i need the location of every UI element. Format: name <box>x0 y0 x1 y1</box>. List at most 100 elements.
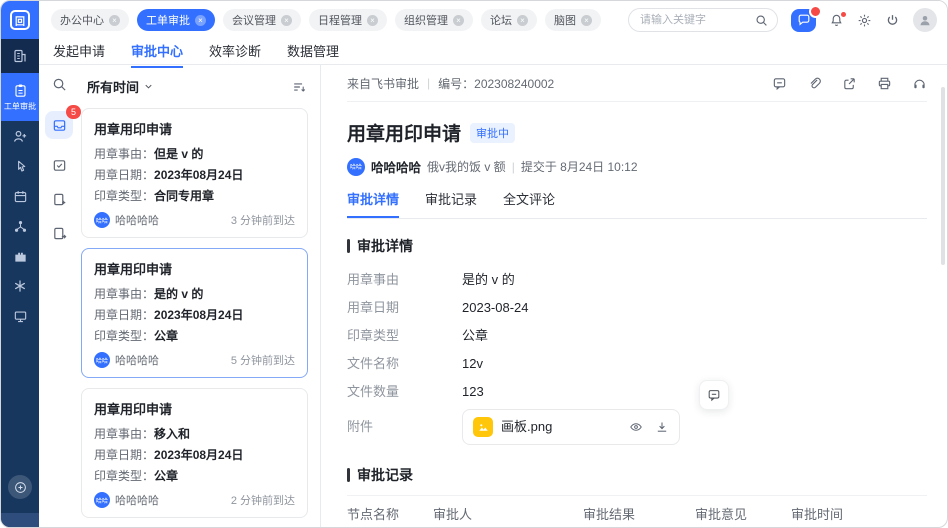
help-icon[interactable] <box>8 475 32 499</box>
sidebar-item-plugins[interactable] <box>1 271 39 301</box>
nav-approval-center[interactable]: 审批中心 <box>131 39 183 68</box>
avatar: 哈哈 <box>94 352 110 368</box>
tab-office-center[interactable]: 办公中心× <box>51 9 129 31</box>
sidebar-item-org-structure[interactable] <box>1 211 39 241</box>
tab-label: 组织管理 <box>404 12 448 28</box>
section-bar <box>347 468 350 482</box>
tab-approval-record[interactable]: 审批记录 <box>425 189 477 218</box>
detail-title-row: 用章用印申请 审批中 <box>347 119 927 146</box>
app-body: 工单审批 <box>1 39 947 528</box>
tab-label: 日程管理 <box>318 12 362 28</box>
close-icon[interactable]: × <box>367 15 378 26</box>
avatar: 哈哈 <box>347 158 365 176</box>
download-icon[interactable] <box>655 420 669 434</box>
card-field: 用章事由：是的 v 的 <box>94 285 295 302</box>
global-search[interactable] <box>628 8 778 32</box>
tab-meeting-mgmt[interactable]: 会议管理× <box>223 9 301 31</box>
tab-forum[interactable]: 论坛 × <box>481 9 537 31</box>
approval-list-panel: 所有时间 用章用印申请 用章事由：但是 v 的 用章日期：2023年08月24日 <box>79 65 321 528</box>
message-badge <box>809 5 822 18</box>
module-nav: 发起申请 审批中心 效率诊断 数据管理 <box>39 39 947 65</box>
link-icon[interactable] <box>807 76 822 91</box>
nav-data-mgmt[interactable]: 数据管理 <box>287 39 339 66</box>
card-field: 印章类型：公章 <box>94 327 295 344</box>
notification-icon[interactable] <box>829 13 844 28</box>
messenger-icon[interactable] <box>791 9 816 32</box>
field-row: 文件名称12v <box>347 350 927 378</box>
card-submitter: 哈哈哈哈哈哈 <box>94 212 159 228</box>
sidebar-item-ticket-approval[interactable]: 工单审批 <box>1 73 39 121</box>
close-icon[interactable]: × <box>195 15 206 26</box>
card-footer: 哈哈哈哈哈哈 5 分钟前到达 <box>94 352 295 368</box>
list-header: 所有时间 <box>81 75 308 96</box>
avatar: 哈哈 <box>94 492 110 508</box>
initiated-doc-icon[interactable] <box>52 192 67 207</box>
close-icon[interactable]: × <box>517 15 528 26</box>
workspace-tabs: 办公中心× 工单审批× 会议管理× 日程管理 × 组织管理 × 论坛 × 脑图× <box>51 9 601 31</box>
card-footer: 哈哈哈哈哈哈 3 分钟前到达 <box>94 212 295 228</box>
tab-approval-detail[interactable]: 审批详情 <box>347 189 399 218</box>
card-submitter: 哈哈哈哈哈哈 <box>94 492 159 508</box>
time-filter-dropdown[interactable]: 所有时间 <box>87 77 154 96</box>
chevron-down-icon <box>143 81 154 92</box>
approval-record-table: 节点名称 审批人 审批结果 审批意见 审批时间 提交 哈哈 哈哈哈哈 <box>347 495 927 528</box>
sidebar-item-devices[interactable] <box>1 301 39 331</box>
field-comment-button[interactable] <box>699 380 729 410</box>
tab-org-mgmt[interactable]: 组织管理 × <box>395 9 473 31</box>
asterisk-icon <box>13 279 27 293</box>
search-icon[interactable] <box>52 77 67 92</box>
topbar-controls <box>628 8 947 32</box>
section-record-title: 审批记录 <box>347 465 927 485</box>
calendar-icon <box>13 189 28 204</box>
scrollbar-thumb[interactable] <box>941 87 945 265</box>
close-icon[interactable]: × <box>453 15 464 26</box>
close-icon[interactable]: × <box>581 15 592 26</box>
app-logo[interactable]: 回 <box>1 1 39 39</box>
search-icon[interactable] <box>755 14 768 27</box>
logo-icon: 回 <box>10 10 30 30</box>
tab-ticket-approval[interactable]: 工单审批× <box>137 9 215 31</box>
close-icon[interactable]: × <box>281 15 292 26</box>
preview-eye-icon[interactable] <box>629 420 643 434</box>
image-file-icon <box>473 417 493 437</box>
todo-inbox-icon[interactable]: 5 <box>45 111 73 139</box>
cc-doc-icon[interactable] <box>52 226 67 241</box>
headset-icon[interactable] <box>912 76 927 91</box>
approval-detail-panel: 来自飞书审批 | 编号：202308240002 <box>321 65 947 528</box>
sidebar-item-calendar[interactable] <box>1 181 39 211</box>
sidebar-item-contacts[interactable] <box>1 121 39 151</box>
close-icon[interactable]: × <box>109 15 120 26</box>
user-avatar[interactable] <box>913 8 937 32</box>
sidebar-footer-strip <box>1 513 39 528</box>
approval-card[interactable]: 用章用印申请 用章事由：但是 v 的 用章日期：2023年08月24日 印章类型… <box>81 108 308 238</box>
app-sidebar: 工单审批 <box>1 39 39 528</box>
approval-rail: 5 <box>39 65 79 528</box>
comment-icon[interactable] <box>772 76 787 91</box>
power-icon[interactable] <box>885 13 900 28</box>
avatar: 哈哈 <box>94 212 110 228</box>
share-icon[interactable] <box>842 76 857 91</box>
tab-label: 论坛 <box>490 12 512 28</box>
tab-schedule-mgmt[interactable]: 日程管理 × <box>309 9 387 31</box>
tab-comments[interactable]: 全文评论 <box>503 189 555 218</box>
card-field: 印章类型：合同专用章 <box>94 187 295 204</box>
status-badge: 审批中 <box>470 123 515 143</box>
sort-icon[interactable] <box>292 80 306 94</box>
nav-start-request[interactable]: 发起申请 <box>53 39 105 66</box>
submitter-name: 哈哈哈哈 <box>371 157 421 176</box>
approval-card-selected[interactable]: 用章用印申请 用章事由：是的 v 的 用章日期：2023年08月24日 印章类型… <box>81 248 308 378</box>
search-input[interactable] <box>638 13 749 27</box>
approval-card[interactable]: 用章用印申请 用章事由：移入和 用章日期：2023年08月24日 印章类型：公章… <box>81 388 308 518</box>
card-field: 用章日期：2023年08月24日 <box>94 166 295 183</box>
tab-mindmap[interactable]: 脑图× <box>545 9 601 31</box>
settings-gear-icon[interactable] <box>857 13 872 28</box>
done-box-icon[interactable] <box>52 158 67 173</box>
sidebar-item-enterprise[interactable] <box>1 241 39 271</box>
sidebar-item-hand-pick[interactable] <box>1 151 39 181</box>
sidebar-item-workbench[interactable] <box>1 39 39 73</box>
card-title: 用章用印申请 <box>94 399 295 418</box>
attachment-chip[interactable]: 画板.png <box>462 409 680 445</box>
divider: | <box>427 76 430 90</box>
print-icon[interactable] <box>877 76 892 91</box>
nav-efficiency[interactable]: 效率诊断 <box>209 39 261 66</box>
